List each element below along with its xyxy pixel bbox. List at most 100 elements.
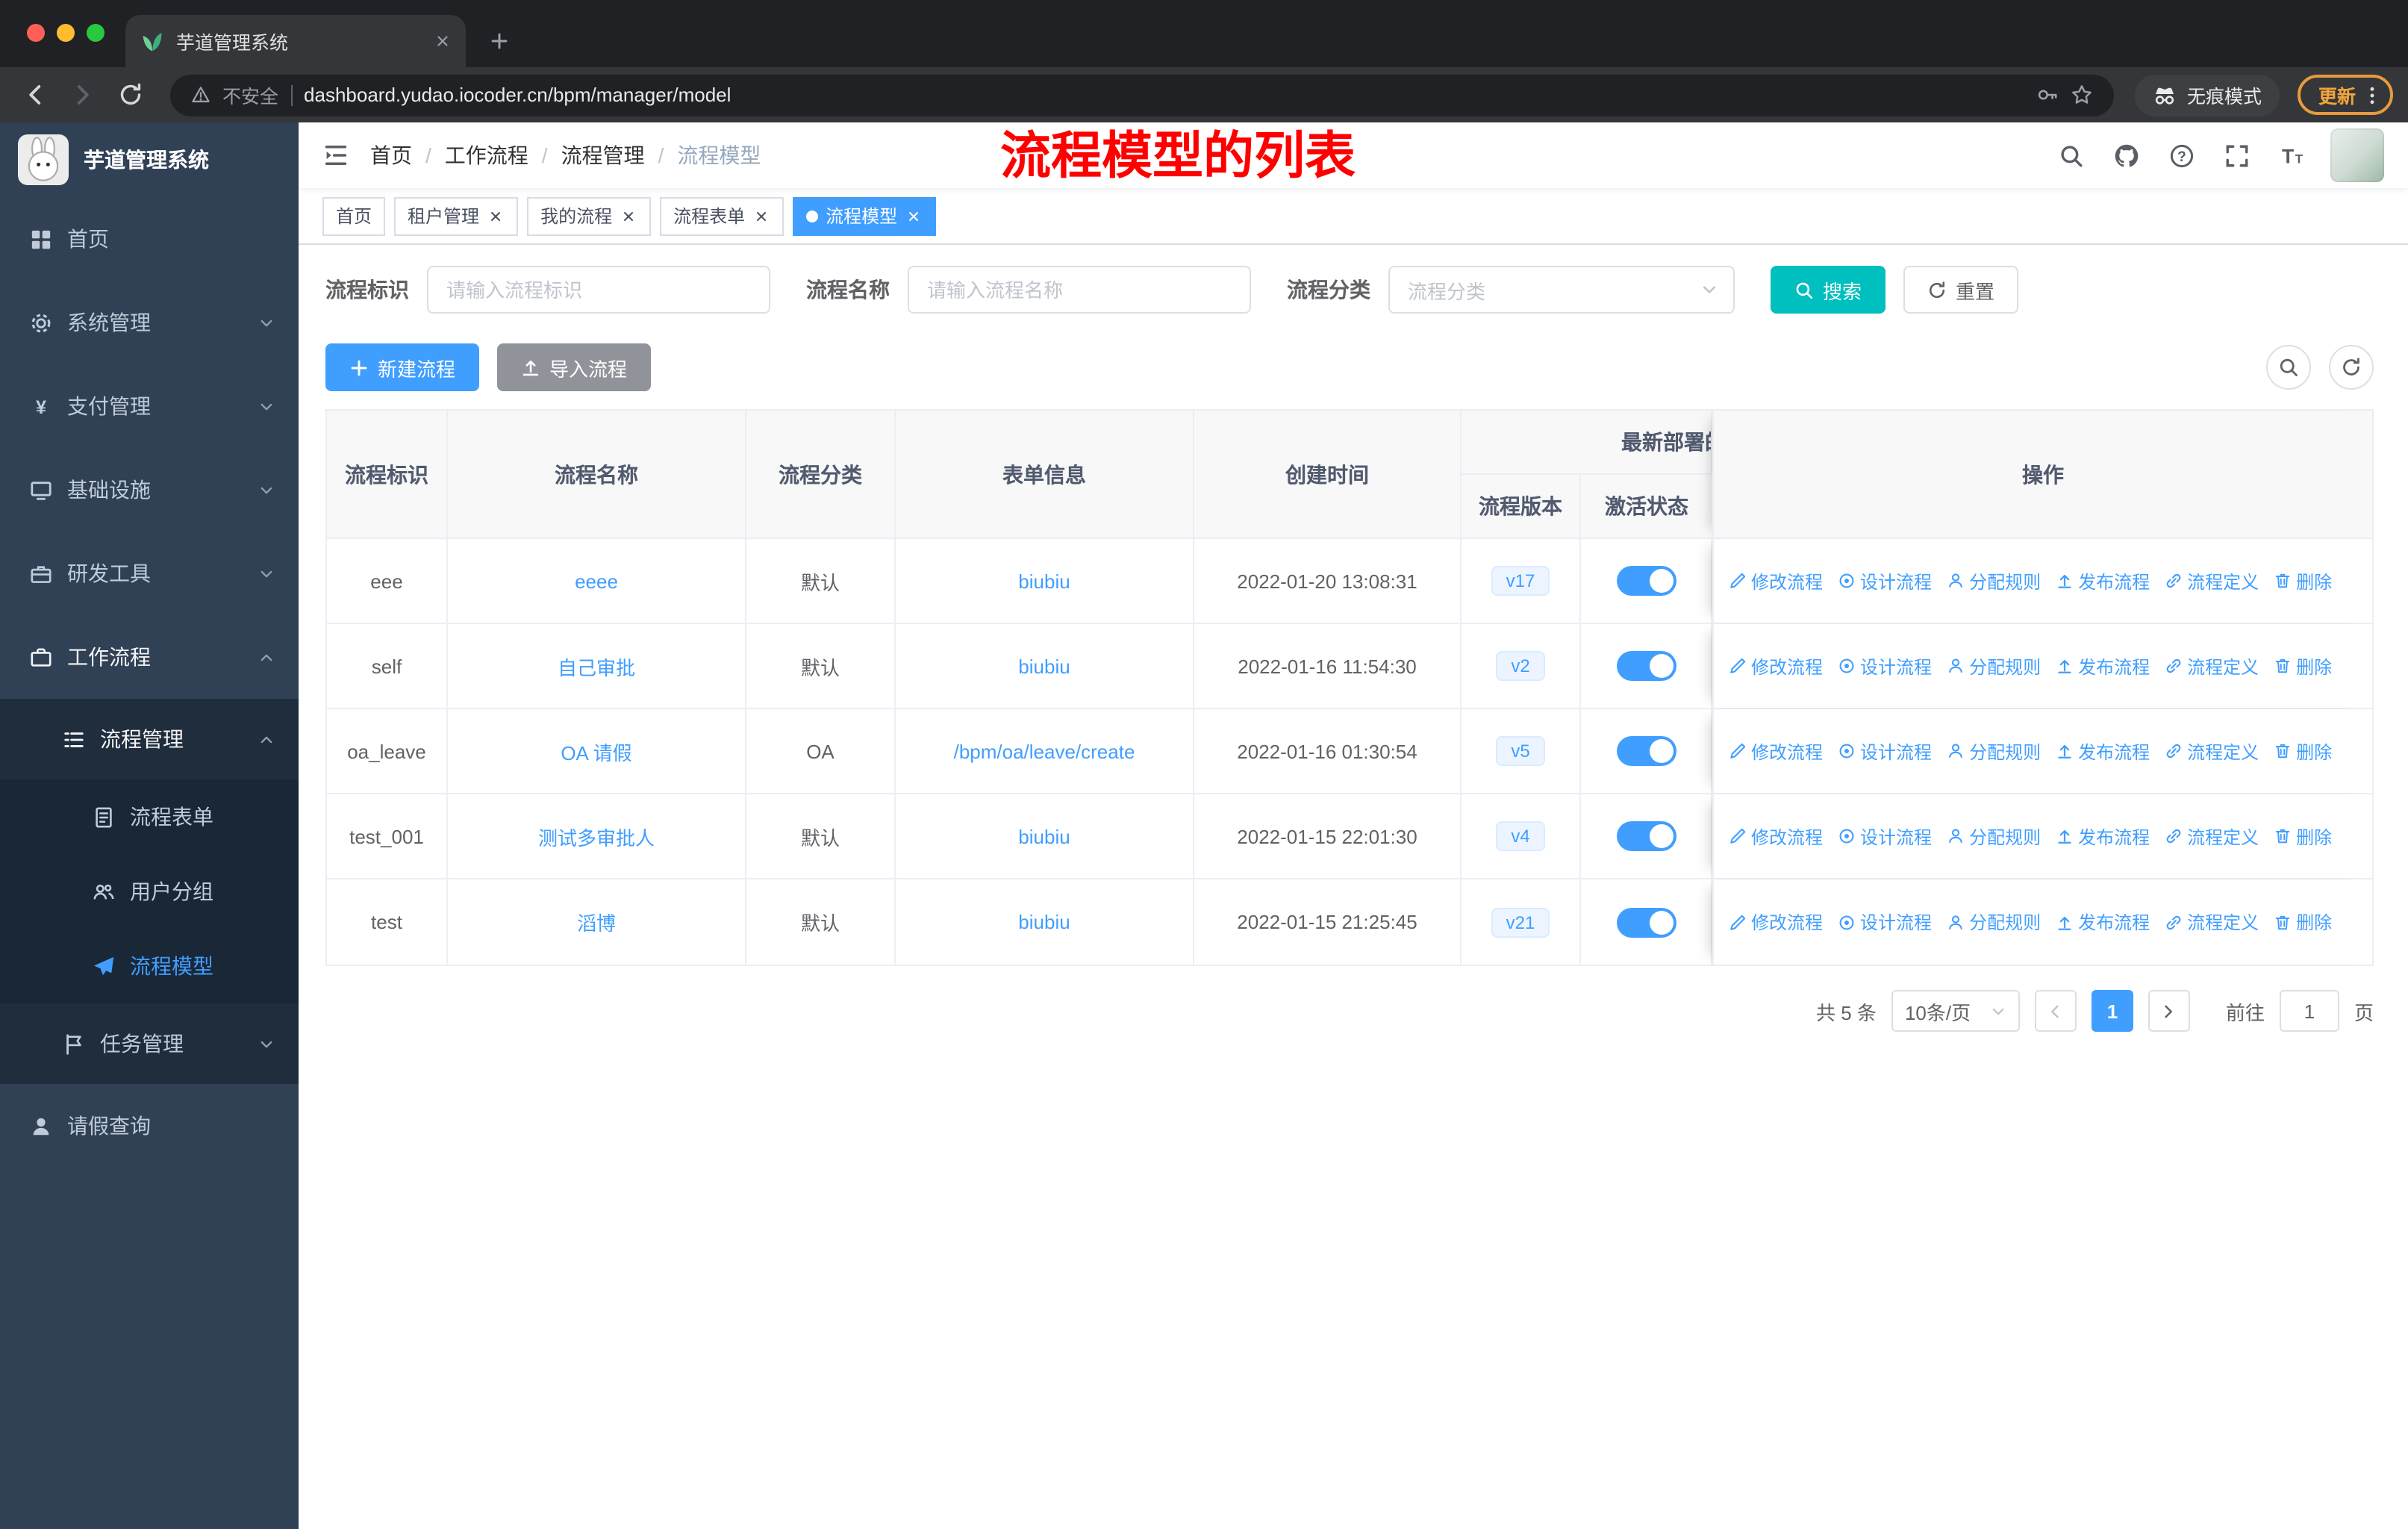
password-key-icon[interactable] <box>2036 84 2059 106</box>
action-design-process[interactable]: 设计流程 <box>1838 653 1932 679</box>
process-name-link[interactable]: 滔博 <box>577 908 616 936</box>
minimize-window-button[interactable] <box>57 24 75 42</box>
action-modify-process[interactable]: 修改流程 <box>1729 738 1823 764</box>
user-avatar[interactable] <box>2330 128 2384 182</box>
sidebar-item-process-management[interactable]: 流程管理 <box>0 699 299 779</box>
action-process-definition[interactable]: 流程定义 <box>2165 653 2259 679</box>
search-button[interactable] <box>2056 140 2086 170</box>
sidebar-item-workflow[interactable]: 工作流程 <box>0 615 299 699</box>
action-assign-rules[interactable]: 分配规则 <box>1947 909 2041 935</box>
toggle-search-button[interactable] <box>2266 345 2311 390</box>
status-toggle[interactable] <box>1616 566 1676 596</box>
form-info-link[interactable]: /bpm/oa/leave/create <box>954 740 1135 762</box>
prev-page-button[interactable] <box>2034 990 2077 1032</box>
action-delete[interactable]: 删除 <box>2274 653 2332 679</box>
action-assign-rules[interactable]: 分配规则 <box>1947 653 2041 679</box>
view-tag-process-model[interactable]: 流程模型 <box>793 196 937 235</box>
action-assign-rules[interactable]: 分配规则 <box>1947 568 2041 594</box>
font-size-button[interactable]: TT <box>2277 140 2306 170</box>
github-button[interactable] <box>2111 140 2141 170</box>
tab-close-icon[interactable] <box>434 33 451 49</box>
view-tag-my-process[interactable]: 我的流程 <box>527 196 652 235</box>
form-info-link[interactable]: biubiu <box>1018 570 1070 592</box>
action-modify-process[interactable]: 修改流程 <box>1729 568 1823 594</box>
question-button[interactable]: ? <box>2166 140 2196 170</box>
status-toggle[interactable] <box>1616 907 1676 937</box>
sidebar-item-system[interactable]: 系统管理 <box>0 281 299 364</box>
action-design-process[interactable]: 设计流程 <box>1838 568 1932 594</box>
action-delete[interactable]: 删除 <box>2274 909 2332 935</box>
process-name-input[interactable] <box>908 266 1251 314</box>
browser-menu-dots-icon[interactable] <box>2362 84 2383 105</box>
tag-close-icon[interactable] <box>752 207 770 225</box>
action-process-definition[interactable]: 流程定义 <box>2165 823 2259 849</box>
action-process-definition[interactable]: 流程定义 <box>2165 909 2259 935</box>
category-select[interactable]: 流程分类 <box>1388 266 1735 314</box>
action-assign-rules[interactable]: 分配规则 <box>1947 823 2041 849</box>
status-toggle[interactable] <box>1616 651 1676 681</box>
import-process-button[interactable]: 导入流程 <box>497 343 652 391</box>
update-button[interactable]: 更新 <box>2297 75 2393 115</box>
forward-button[interactable] <box>63 75 102 114</box>
close-window-button[interactable] <box>27 24 45 42</box>
action-process-definition[interactable]: 流程定义 <box>2165 738 2259 764</box>
action-delete[interactable]: 删除 <box>2274 568 2332 594</box>
action-publish-process[interactable]: 发布流程 <box>2056 738 2150 764</box>
search-button[interactable]: 搜索 <box>1771 266 1886 314</box>
sidebar-item-process-model[interactable]: 流程模型 <box>0 929 299 1003</box>
breadcrumb-item[interactable]: 首页 <box>370 140 412 170</box>
action-publish-process[interactable]: 发布流程 <box>2056 568 2150 594</box>
tag-close-icon[interactable] <box>905 207 923 225</box>
address-bar[interactable]: 不安全 dashboard.yudao.iocoder.cn/bpm/manag… <box>170 74 2114 116</box>
sidebar-collapse-button[interactable] <box>322 142 349 169</box>
browser-tab[interactable]: 芋道管理系统 <box>125 15 466 67</box>
sidebar-item-process-form[interactable]: 流程表单 <box>0 779 299 854</box>
sidebar-item-user-group[interactable]: 用户分组 <box>0 854 299 929</box>
action-modify-process[interactable]: 修改流程 <box>1729 823 1823 849</box>
action-design-process[interactable]: 设计流程 <box>1838 823 1932 849</box>
process-name-link[interactable]: OA 请假 <box>561 737 631 765</box>
new-tab-button[interactable] <box>478 19 520 61</box>
refresh-table-button[interactable] <box>2329 345 2374 390</box>
sidebar-item-payment[interactable]: ¥ 支付管理 <box>0 364 299 448</box>
action-publish-process[interactable]: 发布流程 <box>2056 909 2150 935</box>
reset-button[interactable]: 重置 <box>1903 266 2019 314</box>
bookmark-star-icon[interactable] <box>2071 84 2093 106</box>
sidebar-item-infrastructure[interactable]: 基础设施 <box>0 448 299 532</box>
action-assign-rules[interactable]: 分配规则 <box>1947 738 2041 764</box>
sidebar-item-dev-tools[interactable]: 研发工具 <box>0 532 299 615</box>
action-publish-process[interactable]: 发布流程 <box>2056 653 2150 679</box>
form-info-link[interactable]: biubiu <box>1018 825 1070 847</box>
action-design-process[interactable]: 设计流程 <box>1838 738 1932 764</box>
back-button[interactable] <box>15 75 54 114</box>
view-tag-process-form[interactable]: 流程表单 <box>660 196 785 235</box>
action-process-definition[interactable]: 流程定义 <box>2165 568 2259 594</box>
action-delete[interactable]: 删除 <box>2274 738 2332 764</box>
page-size-select[interactable]: 10条/页 <box>1891 990 2020 1032</box>
action-modify-process[interactable]: 修改流程 <box>1729 653 1823 679</box>
page-number-button[interactable]: 1 <box>2091 990 2133 1032</box>
process-name-link[interactable]: 自己审批 <box>558 652 635 680</box>
breadcrumb-item[interactable]: 工作流程 <box>445 140 528 170</box>
process-key-input[interactable] <box>427 266 770 314</box>
action-modify-process[interactable]: 修改流程 <box>1729 909 1823 935</box>
tag-close-icon[interactable] <box>620 207 637 225</box>
security-warning-icon[interactable] <box>191 85 210 105</box>
goto-page-input[interactable] <box>2279 990 2339 1032</box>
action-design-process[interactable]: 设计流程 <box>1838 909 1932 935</box>
action-publish-process[interactable]: 发布流程 <box>2056 823 2150 849</box>
maximize-window-button[interactable] <box>87 24 105 42</box>
form-info-link[interactable]: biubiu <box>1018 655 1070 677</box>
sidebar-item-home[interactable]: 首页 <box>0 197 299 281</box>
view-tag-tenant[interactable]: 租户管理 <box>394 196 519 235</box>
form-info-link[interactable]: biubiu <box>1018 911 1070 933</box>
sidebar-item-task-management[interactable]: 任务管理 <box>0 1003 299 1084</box>
sidebar-item-leave-query[interactable]: 请假查询 <box>0 1084 299 1168</box>
action-delete[interactable]: 删除 <box>2274 823 2332 849</box>
process-name-link[interactable]: 测试多审批人 <box>538 822 655 850</box>
breadcrumb-item[interactable]: 流程管理 <box>561 140 645 170</box>
view-tag-home[interactable]: 首页 <box>322 196 386 235</box>
next-page-button[interactable] <box>2147 990 2190 1032</box>
tag-close-icon[interactable] <box>487 207 505 225</box>
reload-button[interactable] <box>110 75 149 114</box>
